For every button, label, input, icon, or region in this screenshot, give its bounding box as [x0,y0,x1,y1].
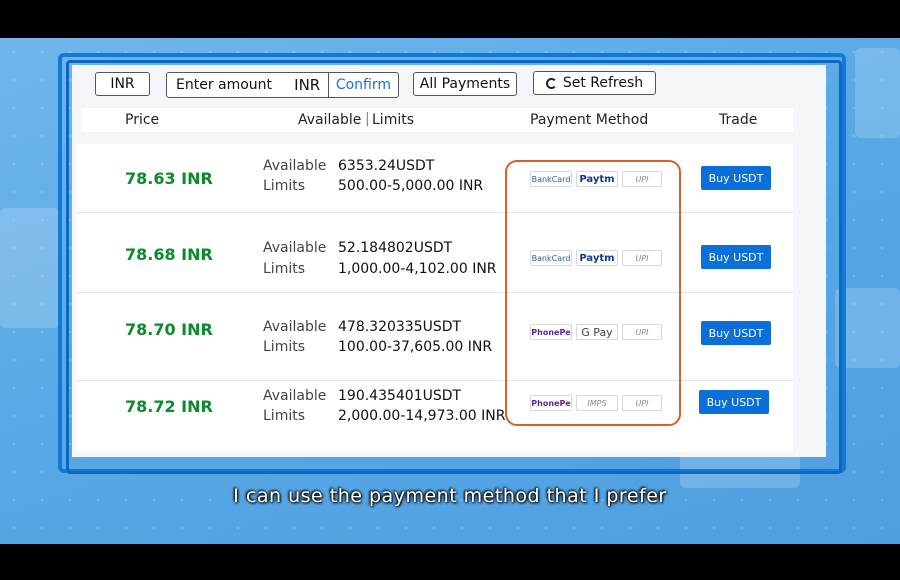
background-shape [0,208,60,328]
row-price: 78.72 INR [125,397,213,416]
header-payment-method: Payment Method [530,112,649,128]
header-price: Price [125,112,160,128]
available-label: Available [263,388,327,404]
available-value: 52.184802USDT [338,240,453,256]
limits-label: Limits [263,408,305,424]
limits-value: 100.00-37,605.00 INR [338,339,493,355]
table-header: Price Available | Limits Payment Method … [82,108,793,132]
limits-value: 500.00-5,000.00 INR [338,178,484,194]
limits-value: 1,000.00-4,102.00 INR [338,261,497,277]
header-limits: Limits [372,112,414,128]
limits-label: Limits [263,339,305,355]
available-label: Available [263,319,327,335]
header-trade: Trade [719,112,758,128]
available-label: Available [263,240,327,256]
limits-value: 2,000.00-14,973.00 INR [338,408,506,424]
table-row: 78.72 INR Available Limits 190.435401USD… [76,380,793,452]
header-available: Available [298,112,362,128]
buy-usdt-button[interactable]: Buy USDT [701,245,771,269]
video-subtitle: I can use the payment method that I pref… [233,485,667,507]
refresh-icon [545,77,557,89]
row-price: 78.70 INR [125,320,213,339]
ad-list: 78.63 INR Available Limits 6353.24USDT 5… [76,144,793,452]
amount-currency-label: INR [294,76,321,94]
payment-method-highlight [505,160,681,426]
amount-placeholder: Enter amount [176,77,273,93]
set-refresh-label: Set Refresh [562,75,644,91]
available-value: 190.435401USDT [338,388,462,404]
table-row: 78.68 INR Available Limits 52.184802USDT… [76,212,793,293]
available-value: 478.320335USDT [338,319,462,335]
buy-usdt-button[interactable]: Buy USDT [699,390,769,414]
available-label: Available [263,158,327,174]
buy-usdt-button[interactable]: Buy USDT [701,166,771,190]
amount-input[interactable]: Enter amount INR Confirm [166,72,399,98]
currency-select-button[interactable]: INR [95,72,150,96]
set-refresh-button[interactable]: Set Refresh [533,71,656,95]
background-shape [855,48,900,138]
buy-usdt-button[interactable]: Buy USDT [701,321,771,345]
limits-label: Limits [263,261,305,277]
row-price: 78.68 INR [125,245,213,264]
confirm-button[interactable]: Confirm [327,73,398,97]
all-payments-dropdown[interactable]: All Payments [413,72,517,96]
table-row: 78.63 INR Available Limits 6353.24USDT 5… [76,144,793,213]
header-divider: | [365,111,370,127]
available-value: 6353.24USDT [338,158,435,174]
table-row: 78.70 INR Available Limits 478.320335USD… [76,292,793,381]
limits-label: Limits [263,178,305,194]
row-price: 78.63 INR [125,169,213,188]
